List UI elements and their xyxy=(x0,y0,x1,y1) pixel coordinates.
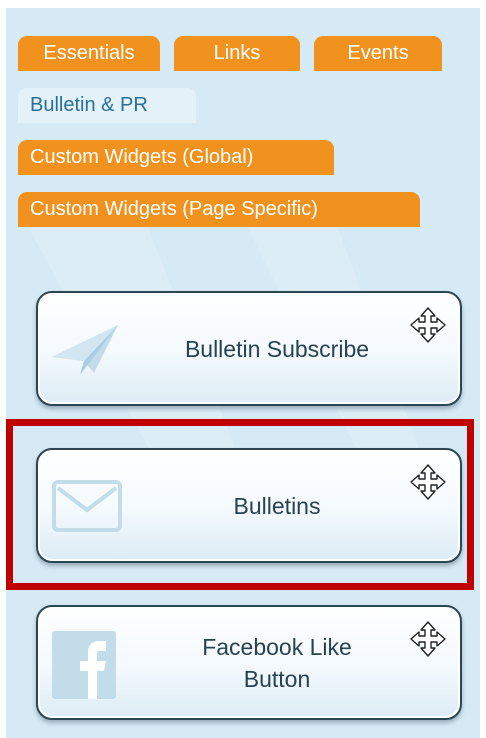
widget-bulletin-subscribe[interactable]: Bulletin Subscribe xyxy=(36,291,462,406)
selection-highlight xyxy=(6,419,474,590)
paper-plane-icon xyxy=(52,325,118,375)
tab-links[interactable]: Links xyxy=(174,36,300,71)
tab-bulletin-pr[interactable]: Bulletin & PR xyxy=(18,88,196,123)
tab-essentials[interactable]: Essentials xyxy=(18,36,160,71)
widget-facebook-like-button[interactable]: Facebook Like Button xyxy=(36,605,462,720)
tab-custom-widgets-global[interactable]: Custom Widgets (Global) xyxy=(18,140,334,175)
facebook-icon xyxy=(52,631,116,699)
move-handle-icon[interactable] xyxy=(410,307,446,343)
widget-panel: Essentials Links Events Bulletin & PR Cu… xyxy=(6,8,480,738)
move-handle-icon[interactable] xyxy=(410,621,446,657)
widget-label: Bulletin Subscribe xyxy=(184,335,370,362)
tab-custom-widgets-page-specific[interactable]: Custom Widgets (Page Specific) xyxy=(18,192,420,227)
widget-label: Facebook Like Button xyxy=(202,633,352,692)
tab-events[interactable]: Events xyxy=(314,36,442,71)
